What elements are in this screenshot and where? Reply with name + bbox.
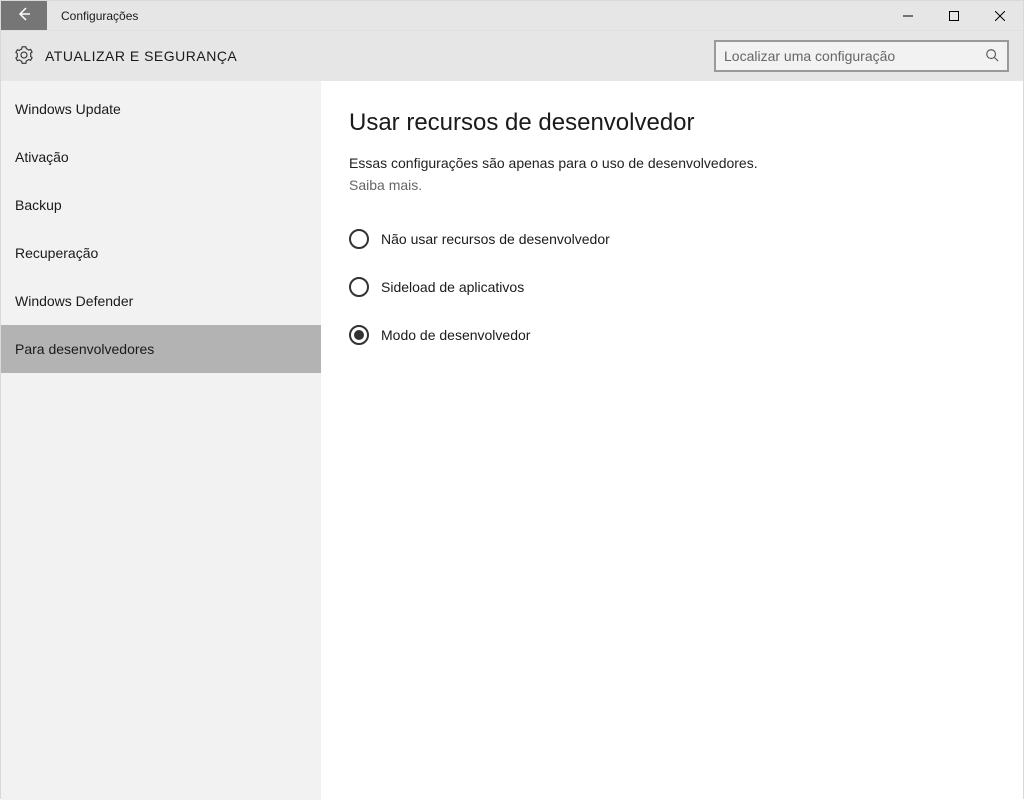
radio-label: Modo de desenvolvedor: [381, 327, 530, 343]
gear-icon: [15, 46, 33, 67]
radio-icon: [349, 229, 369, 249]
header-title: ATUALIZAR E SEGURANÇA: [45, 48, 237, 64]
content: Usar recursos de desenvolvedor Essas con…: [321, 81, 1023, 800]
sidebar-item-1[interactable]: Ativação: [1, 133, 321, 181]
search-icon: [985, 48, 999, 65]
radio-icon: [349, 325, 369, 345]
sidebar-item-3[interactable]: Recuperação: [1, 229, 321, 277]
sidebar-item-5[interactable]: Para desenvolvedores: [1, 325, 321, 373]
minimize-icon: [903, 8, 913, 24]
radio-option-0[interactable]: Não usar recursos de desenvolvedor: [349, 215, 995, 263]
titlebar: Configurações: [1, 1, 1023, 31]
header-left: ATUALIZAR E SEGURANÇA: [15, 46, 237, 67]
body-area: Windows Update Ativação Backup Recuperação W…: [1, 81, 1023, 800]
sidebar-item-2[interactable]: Backup: [1, 181, 321, 229]
search-input[interactable]: [724, 48, 985, 64]
radio-label: Não usar recursos de desenvolvedor: [381, 231, 610, 247]
arrow-left-icon: [16, 6, 32, 25]
sidebar-item-label: Recuperação: [15, 245, 98, 261]
sidebar-item-label: Backup: [15, 197, 62, 213]
back-button[interactable]: [1, 1, 47, 30]
radio-option-2[interactable]: Modo de desenvolvedor: [349, 311, 995, 359]
search-box[interactable]: [714, 40, 1009, 72]
window-controls: [885, 1, 1023, 30]
page-heading: Usar recursos de desenvolvedor: [349, 109, 995, 137]
sidebar-item-label: Para desenvolvedores: [15, 341, 154, 357]
learn-more-link[interactable]: Saiba mais.: [349, 177, 422, 193]
radio-option-1[interactable]: Sideload de aplicativos: [349, 263, 995, 311]
radio-label: Sideload de aplicativos: [381, 279, 524, 295]
window-title: Configurações: [47, 1, 885, 30]
maximize-icon: [949, 8, 959, 24]
page-description: Essas configurações são apenas para o us…: [349, 155, 995, 171]
header-band: ATUALIZAR E SEGURANÇA: [1, 31, 1023, 81]
sidebar-item-label: Ativação: [15, 149, 69, 165]
radio-icon: [349, 277, 369, 297]
sidebar-item-label: Windows Defender: [15, 293, 133, 309]
maximize-button[interactable]: [931, 1, 977, 30]
minimize-button[interactable]: [885, 1, 931, 30]
sidebar-item-0[interactable]: Windows Update: [1, 85, 321, 133]
sidebar-item-label: Windows Update: [15, 101, 121, 117]
close-icon: [995, 8, 1005, 24]
sidebar: Windows Update Ativação Backup Recuperação W…: [1, 81, 321, 800]
close-button[interactable]: [977, 1, 1023, 30]
sidebar-item-4[interactable]: Windows Defender: [1, 277, 321, 325]
